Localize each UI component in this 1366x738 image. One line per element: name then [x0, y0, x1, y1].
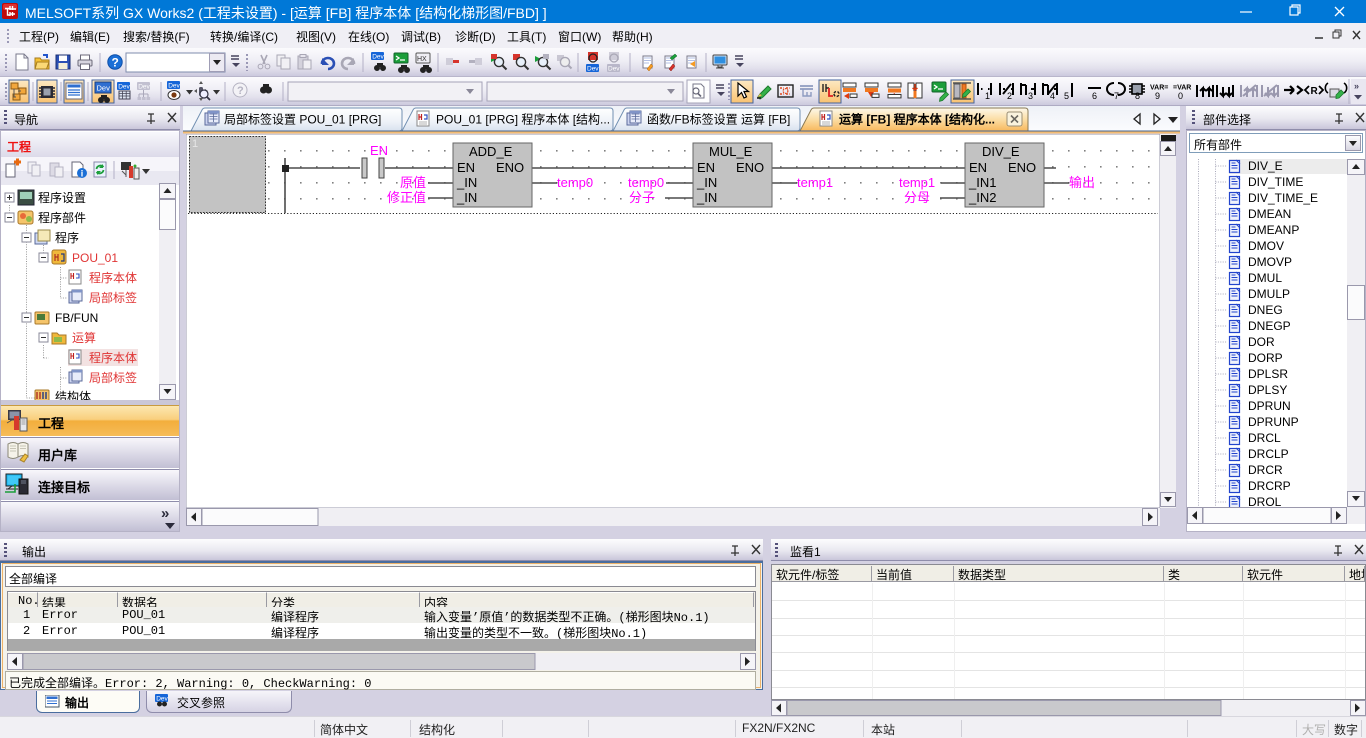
svg-text:EN: EN: [697, 160, 715, 175]
svg-text:函数/FB标签设置 运算 [FB]: 函数/FB标签设置 运算 [FB]: [647, 112, 790, 127]
svg-text:DMOVP: DMOVP: [1248, 255, 1292, 269]
svg-text:DOR: DOR: [1248, 335, 1275, 349]
svg-text:temp1: temp1: [797, 175, 833, 190]
svg-text:DPLSY: DPLSY: [1248, 383, 1287, 397]
svg-text:5: 5: [1064, 91, 1069, 101]
svg-text:i: i: [81, 169, 84, 179]
svg-text:6: 6: [1092, 91, 1097, 101]
svg-text:DRCLP: DRCLP: [1248, 447, 1289, 461]
svg-text:Dev: Dev: [138, 84, 150, 91]
svg-text:原值: 原值: [400, 175, 426, 190]
svg-text:DNEG: DNEG: [1248, 303, 1283, 317]
svg-text:_IN: _IN: [696, 190, 717, 205]
svg-text:temp0: temp0: [557, 175, 593, 190]
svg-text:7: 7: [1114, 91, 1119, 101]
svg-text:»: »: [161, 505, 169, 522]
svg-text:DMEANP: DMEANP: [1248, 223, 1299, 237]
svg-text:局部标签: 局部标签: [89, 370, 137, 385]
svg-text:DPRUN: DPRUN: [1248, 399, 1291, 413]
svg-text:_IN: _IN: [456, 190, 477, 205]
svg-text:DPLSR: DPLSR: [1248, 367, 1288, 381]
svg-text:分子: 分子: [629, 190, 655, 205]
svg-text:_IN: _IN: [696, 175, 717, 190]
svg-text:DMEAN: DMEAN: [1248, 207, 1291, 221]
svg-text:POU_01 [PRG] 程序本体 [结构...: POU_01 [PRG] 程序本体 [结构...: [436, 112, 610, 127]
svg-text:MUL_E: MUL_E: [709, 144, 753, 159]
svg-text:程序设置: 程序设置: [38, 190, 86, 205]
svg-text:Dev: Dev: [587, 66, 599, 73]
svg-text:1: 1: [985, 91, 990, 101]
svg-text:DNEGP: DNEGP: [1248, 319, 1291, 333]
svg-text:程序本体: 程序本体: [89, 350, 137, 365]
svg-text:EN: EN: [969, 160, 987, 175]
svg-text:FB/FUN: FB/FUN: [55, 311, 98, 325]
svg-text:?: ?: [112, 56, 119, 70]
svg-text:3: 3: [1028, 91, 1033, 101]
svg-text:DIV_E: DIV_E: [982, 144, 1020, 159]
svg-text:DRCL: DRCL: [1248, 431, 1281, 445]
svg-text:DMOV: DMOV: [1248, 239, 1284, 253]
svg-text:1: 1: [192, 138, 198, 150]
svg-text:EN: EN: [457, 160, 475, 175]
svg-text:分母: 分母: [904, 190, 930, 205]
svg-text:ENO: ENO: [496, 160, 524, 175]
svg-text:输出: 输出: [1069, 175, 1095, 190]
svg-text:_IN1: _IN1: [968, 175, 996, 190]
svg-text:DRCR: DRCR: [1248, 463, 1283, 477]
svg-text:DIV_TIME_E: DIV_TIME_E: [1248, 191, 1318, 205]
svg-text:运算 [FB] 程序本体 [结构化...: 运算 [FB] 程序本体 [结构化...: [839, 112, 995, 127]
svg-text:0: 0: [1178, 91, 1183, 101]
svg-text:temp0: temp0: [628, 175, 664, 190]
svg-text:DRCRP: DRCRP: [1248, 479, 1291, 493]
svg-text:DMUL: DMUL: [1248, 271, 1282, 285]
svg-text:»: »: [1354, 81, 1359, 91]
svg-text:程序: 程序: [55, 230, 79, 245]
svg-text:ADD_E: ADD_E: [469, 144, 513, 159]
svg-text:temp1: temp1: [899, 175, 935, 190]
svg-text:DMULP: DMULP: [1248, 287, 1290, 301]
svg-text:局部标签设置 POU_01 [PRG]: 局部标签设置 POU_01 [PRG]: [224, 112, 381, 127]
svg-text:_IN2: _IN2: [968, 190, 996, 205]
svg-text:DIV_E: DIV_E: [1248, 159, 1283, 173]
svg-text:程序部件: 程序部件: [38, 210, 86, 225]
svg-text:HX: HX: [417, 56, 427, 63]
svg-text:DROL: DROL: [1248, 495, 1282, 507]
svg-text:R: R: [1311, 86, 1319, 97]
svg-text:修正值: 修正值: [387, 190, 426, 205]
svg-text:ENO: ENO: [1008, 160, 1036, 175]
svg-text:POU_01: POU_01: [72, 251, 118, 265]
svg-text:结构体: 结构体: [55, 389, 91, 400]
svg-text:DPRUNP: DPRUNP: [1248, 415, 1299, 429]
svg-text:_IN: _IN: [456, 175, 477, 190]
svg-text:程序本体: 程序本体: [89, 270, 137, 285]
svg-text:DORP: DORP: [1248, 351, 1283, 365]
svg-text:Dev: Dev: [156, 696, 168, 703]
svg-text:8: 8: [1135, 91, 1140, 101]
svg-text:9: 9: [1155, 91, 1160, 101]
svg-text:ENO: ENO: [736, 160, 764, 175]
svg-text:Dev: Dev: [97, 84, 111, 93]
svg-text:运算: 运算: [72, 330, 96, 345]
svg-text:DIV_TIME: DIV_TIME: [1248, 175, 1303, 189]
svg-text:?: ?: [237, 85, 244, 97]
svg-text:EN: EN: [370, 143, 388, 158]
svg-text:2: 2: [1007, 91, 1012, 101]
svg-text:4: 4: [1050, 91, 1055, 101]
svg-text:局部标签: 局部标签: [89, 290, 137, 305]
svg-text:Dev: Dev: [608, 66, 620, 73]
